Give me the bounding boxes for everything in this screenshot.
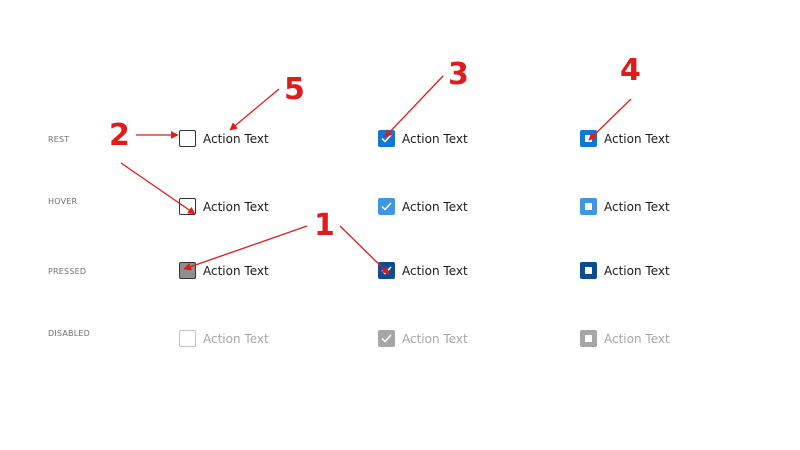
arrow-1-to-pressed-check	[339, 225, 390, 275]
annotation-arrows	[120, 75, 632, 275]
arrow-5-to-label	[229, 88, 280, 131]
callout-5: 5	[284, 72, 305, 107]
arrow-1-to-pressed-box	[183, 225, 308, 271]
callout-4: 4	[620, 53, 641, 88]
arrow-4-to-square	[588, 98, 632, 141]
callout-3: 3	[448, 57, 469, 92]
arrow-2-to-hover-box	[120, 162, 196, 215]
callout-1: 1	[314, 208, 335, 243]
arrow-3-to-check	[384, 75, 444, 138]
callout-2: 2	[109, 118, 130, 153]
